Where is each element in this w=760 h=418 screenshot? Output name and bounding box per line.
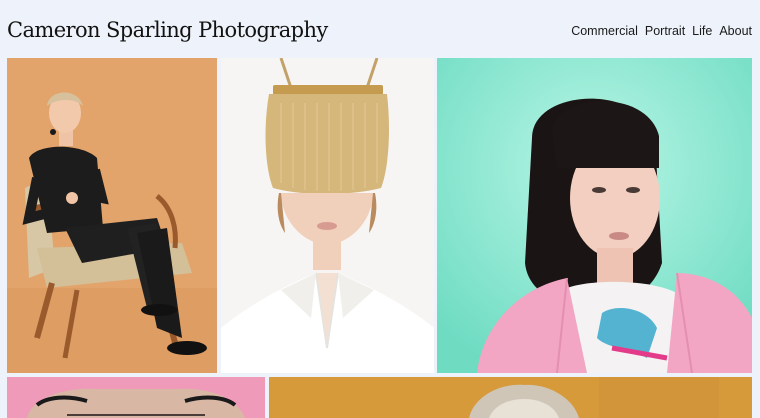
nav-link-portrait[interactable]: Portrait <box>645 24 685 38</box>
site-title[interactable]: Cameron Sparling Photography <box>7 18 328 42</box>
teal-portrait-image <box>437 58 752 373</box>
nav-link-about[interactable]: About <box>719 24 752 38</box>
gallery-tile-mustard-image[interactable] <box>269 377 752 418</box>
mustard-image <box>269 377 752 418</box>
gallery-tile-pink-portrait[interactable] <box>7 377 265 418</box>
site-header: Cameron Sparling Photography Commercial … <box>0 0 760 56</box>
pink-portrait-image <box>7 377 265 418</box>
nav-link-life[interactable]: Life <box>692 24 712 38</box>
main-nav: Commercial Portrait Life About <box>571 24 752 38</box>
nav-link-commercial[interactable]: Commercial <box>571 24 638 38</box>
gallery-tile-handbag-portrait[interactable] <box>221 58 434 373</box>
handbag-portrait-image <box>221 58 434 373</box>
gallery-tile-seated-portrait[interactable] <box>7 58 217 373</box>
seated-portrait-image <box>7 58 217 373</box>
gallery-tile-teal-portrait[interactable] <box>437 58 752 373</box>
